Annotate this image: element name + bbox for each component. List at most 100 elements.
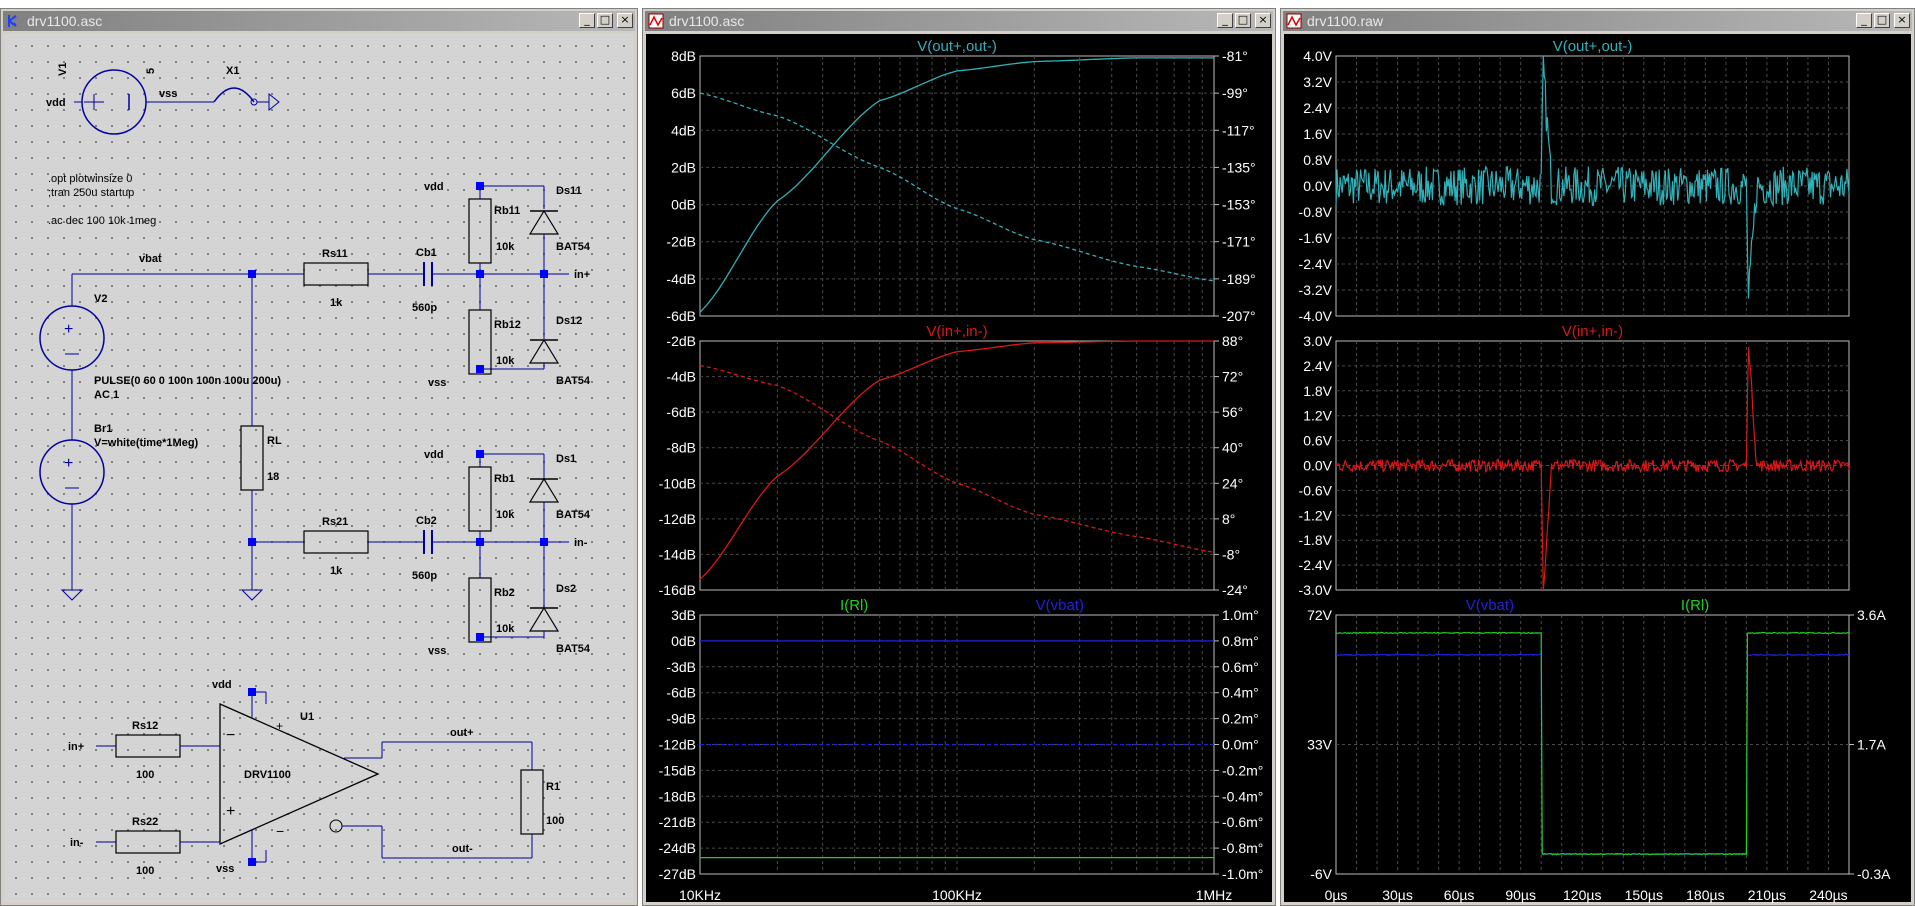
y2-tick-label: 3.6A <box>1857 607 1886 623</box>
y-tick-label: -3.0V <box>1299 582 1333 598</box>
net-in-minus-opamp: in- <box>70 837 84 849</box>
ds11-diode[interactable] <box>528 209 560 235</box>
v2-source-symbol[interactable] <box>39 305 105 371</box>
svg-text:−: − <box>276 823 284 839</box>
y-tick-label: 2.4V <box>1303 358 1332 374</box>
y2-tick-label: -99° <box>1222 85 1248 101</box>
y-tick-label: -0.8V <box>1299 204 1333 220</box>
series-line-vvbat <box>1335 653 1850 856</box>
ds1-diode[interactable] <box>528 477 560 503</box>
svg-text:+: + <box>276 719 283 733</box>
rs22-resistor[interactable] <box>115 830 181 854</box>
rb2-resistor[interactable] <box>468 577 492 643</box>
u1-model: DRV1100 <box>244 769 291 781</box>
y-tick-label: -6dB <box>666 308 696 324</box>
ds12-diode[interactable] <box>528 338 560 364</box>
close-button[interactable]: × <box>617 13 633 28</box>
rl-resistor[interactable] <box>240 425 264 491</box>
waveform-app-icon <box>648 13 664 29</box>
x-tick-label: 150µs <box>1625 887 1663 903</box>
tran-plot-svg: 4.0V 3.2V 2.4V 1.6V 0.8V 0.0V -0.8V -1.6V -2.4V -… <box>1299 38 1892 903</box>
minimize-button[interactable]: _ <box>579 13 595 28</box>
y2-tick-label: 1.7A <box>1857 737 1886 753</box>
y-tick-label: 2.4V <box>1303 100 1332 116</box>
rs12-resistor[interactable] <box>115 734 181 758</box>
y-tick-label: 3.0V <box>1303 333 1332 349</box>
y-tick-label: 2dB <box>671 159 696 175</box>
y-tick-label: -16dB <box>659 582 696 598</box>
y-tick-label: -24dB <box>659 840 696 856</box>
y-tick-label: -10dB <box>659 475 696 491</box>
y-tick-label: -12dB <box>659 737 696 753</box>
close-button[interactable]: × <box>1255 13 1271 28</box>
y-tick-label: 6dB <box>671 85 696 101</box>
cb1-name: Cb1 <box>416 247 437 259</box>
ac-plot-area[interactable]: 8dB 6dB 4dB 2dB 0dB -2dB -4dB -6dB -81° -99° -117°… <box>646 34 1272 903</box>
y-tick-label: -14dB <box>659 546 696 562</box>
schematic-titlebar[interactable]: drv1100.asc _ □ × <box>3 11 635 31</box>
pane-frame <box>1335 614 1850 875</box>
y-tick-label: 33V <box>1307 737 1333 753</box>
y2-tick-label: -8° <box>1222 546 1240 562</box>
y-tick-label: -1.6V <box>1299 230 1333 246</box>
rl-value: 18 <box>267 471 279 483</box>
v1-name: V1 <box>57 63 69 76</box>
schematic-canvas[interactable]: V1 5 vdd vss X1 .opt plotwinsize 0 ;tran… <box>4 34 634 902</box>
close-button[interactable]: × <box>1894 13 1910 28</box>
y2-tick-label: -171° <box>1222 234 1256 250</box>
trace-label: V(in+,in-) <box>1562 323 1623 340</box>
y-tick-label: -6dB <box>666 404 696 420</box>
net-in-plus: in+ <box>574 269 590 281</box>
x-tick-label: 30µs <box>1382 887 1413 903</box>
rb1-resistor[interactable] <box>468 466 492 532</box>
x-tick-label: 180µs <box>1686 887 1724 903</box>
rb1-value: 10k <box>496 509 515 521</box>
x-tick-label: 10KHz <box>679 887 721 903</box>
y-tick-label: 72V <box>1307 607 1333 623</box>
y-tick-label: -4.0V <box>1299 308 1333 324</box>
u1-plus-pin: + <box>226 803 235 820</box>
y2-tick-label: 88° <box>1222 333 1243 349</box>
cb2-name: Cb2 <box>416 515 437 527</box>
schematic-app-icon <box>8 15 17 27</box>
minimize-button[interactable]: _ <box>1856 13 1872 28</box>
svg-text:+: + <box>64 455 73 472</box>
ds2-diode[interactable] <box>528 606 560 632</box>
net-in-plus-opamp: in+ <box>68 741 84 753</box>
x-tick-label: 120µs <box>1563 887 1601 903</box>
ac-plot-titlebar[interactable]: drv1100.asc _ □ × <box>645 11 1273 31</box>
x-tick-label: 100KHz <box>932 887 982 903</box>
minimize-button[interactable]: _ <box>1217 13 1233 28</box>
x1-symbol[interactable] <box>213 87 255 103</box>
rl-name: RL <box>267 435 282 447</box>
rs21-resistor[interactable] <box>303 530 369 554</box>
rb12-resistor[interactable] <box>468 309 492 375</box>
trace-label: I(Rl) <box>840 597 868 614</box>
series-line-vinin <box>1335 346 1850 591</box>
schematic-title: drv1100.asc <box>27 13 103 29</box>
y2-tick-label: 1.0m° <box>1222 607 1259 623</box>
tran-plot-title: drv1100.raw <box>1307 13 1384 29</box>
tran-plot-area[interactable]: 4.0V 3.2V 2.4V 1.6V 0.8V 0.0V -0.8V -1.6V -2.4V -… <box>1284 34 1911 903</box>
series-line-voutout <box>699 92 1215 282</box>
r1-resistor[interactable] <box>520 769 544 835</box>
y-tick-label: -2dB <box>666 333 696 349</box>
rs22-value: 100 <box>136 865 154 877</box>
br1-source-symbol[interactable] <box>39 439 105 505</box>
maximize-button[interactable]: □ <box>1235 13 1251 28</box>
y-tick-label: 0.6V <box>1303 433 1332 449</box>
y-tick-label: -2.4V <box>1299 256 1333 272</box>
maximize-button[interactable]: □ <box>1874 13 1890 28</box>
series-line-irl <box>1335 631 1850 856</box>
maximize-button[interactable]: □ <box>597 13 613 28</box>
vdd-label-opamp: vdd <box>212 679 232 691</box>
y-tick-label: -15dB <box>659 762 696 778</box>
tran-plot-titlebar[interactable]: drv1100.raw _ □ × <box>1283 11 1912 31</box>
ds2-name: Ds2 <box>556 583 576 595</box>
ds12-name: Ds12 <box>556 315 582 327</box>
rb11-resistor[interactable] <box>468 198 492 264</box>
net-vbat: vbat <box>139 253 162 265</box>
svg-text:+: + <box>64 321 73 338</box>
net-in-minus: in- <box>574 537 588 549</box>
rs11-resistor[interactable] <box>303 262 369 286</box>
